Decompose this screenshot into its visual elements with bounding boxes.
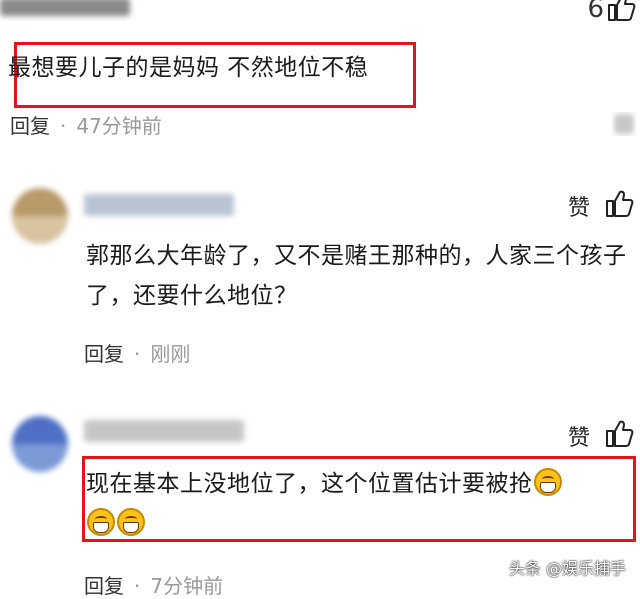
blurred-username — [84, 190, 234, 220]
thumbs-up-icon[interactable] — [606, 0, 636, 22]
comment-text: 郭那么大年龄了，又不是赌王那种的，人家三个孩子了，还要什么地位？ — [86, 243, 627, 309]
timestamp: 47分钟前 — [76, 114, 162, 138]
meta-separator: · — [134, 342, 141, 366]
comment-text: 现在基本上没地位了，这个位置估计要被抢 — [86, 464, 626, 544]
blurred-username — [0, 0, 140, 18]
watermark: 头条 @娱乐捕手 — [508, 559, 626, 578]
comment-meta: 回复 · 刚刚 — [84, 338, 190, 367]
blurred-username — [84, 416, 244, 446]
timestamp: 7分钟前 — [150, 574, 224, 598]
reply-button[interactable]: 回复 — [84, 342, 124, 366]
like-count: 6 — [587, 0, 604, 24]
avatar[interactable] — [12, 188, 68, 244]
reply-button[interactable]: 回复 — [10, 114, 50, 138]
like-label: 赞 — [568, 426, 591, 451]
more-options-icon[interactable] — [612, 112, 636, 136]
comment-meta: 回复 · 7分钟前 — [84, 570, 223, 599]
thumbs-up-icon[interactable] — [604, 188, 634, 218]
meta-separator: · — [134, 574, 141, 598]
grin-emoji-icon — [533, 468, 562, 496]
thumbs-up-icon[interactable] — [604, 418, 634, 448]
comment-text: 最想要儿子的是妈妈 不然地位不稳 — [8, 55, 369, 81]
grin-emoji-icon — [87, 508, 115, 536]
reply-button[interactable]: 回复 — [84, 574, 124, 598]
timestamp: 刚刚 — [150, 342, 191, 366]
comment-text-body: 现在基本上没地位了，这个位置估计要被抢 — [86, 471, 533, 497]
grin-emoji-icon — [117, 508, 145, 536]
comment-meta: 回复 · 47分钟前 — [10, 110, 162, 139]
avatar[interactable] — [12, 416, 68, 472]
meta-separator: · — [60, 114, 67, 138]
like-label: 赞 — [568, 196, 591, 221]
